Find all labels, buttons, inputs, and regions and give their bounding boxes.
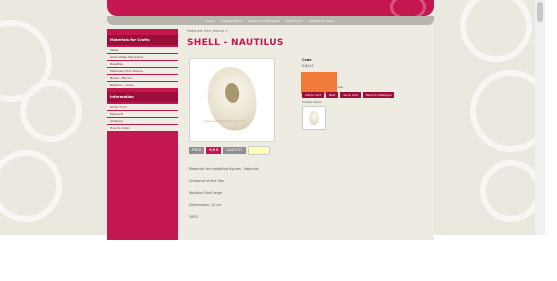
decorative-swirl [20,80,82,142]
decorative-swirl [460,0,532,62]
sidebar-item-order-form[interactable]: Order Form [107,104,178,110]
site-header [107,0,434,20]
vertical-scrollbar[interactable] [535,0,545,235]
sidebar-materials-header: Materials for Crafts [107,35,178,45]
top-navigation: Home Private Sector Special Consolidated… [107,16,434,25]
price-value: 9.9 € [206,147,222,154]
description-line: Nautilus Shell large [189,191,222,195]
scrollbar-thumb[interactable] [537,2,543,22]
sidebar-info-header: Information [107,92,178,102]
description-line: 2003 [189,215,198,219]
back-to-catalogue-button[interactable]: Back to Catalogue [362,92,395,98]
nav-link-private[interactable]: Private Sector [221,19,242,23]
similar-item-thumbnail[interactable] [302,106,326,130]
decorative-swirl [470,70,535,152]
sidebar-item-ribbons[interactable]: Ribbons - Laces [107,82,178,88]
nautilus-shell-image [203,63,261,135]
image-watermark: www.shellinternational.com [204,119,246,123]
sidebar-item-rosettes[interactable]: Rosettes [107,61,178,67]
next-button[interactable]: Next [325,92,339,98]
nav-link-identity[interactable]: Identity Numbers [309,19,335,23]
product-image[interactable]: www.shellinternational.com [189,58,275,142]
category-label: alis [338,85,344,89]
quantity-label: QUANTITY [223,147,246,154]
nav-link-special[interactable]: Special Consolidated [248,19,279,23]
sidebar-item-nature[interactable]: Materials from Nature [107,68,178,74]
decorative-swirl [480,160,535,222]
code-label: Code [302,58,312,62]
sidebar-item-shipping[interactable]: Shipping [107,118,178,124]
quantity-input[interactable] [247,146,270,155]
decorative-swirl [0,150,62,222]
breadcrumb[interactable]: Materials from Nature > [187,29,228,33]
price-bar: PRICE 9.9 € QUANTITY [189,146,270,155]
redaction-box [301,72,337,94]
similar-items-label: Similar Items [302,100,322,104]
sidebar-item-boxes[interactable]: Boxes - Mirrors [107,75,178,81]
price-label: PRICE [189,147,205,154]
nav-link-order-form[interactable]: Order Form [286,19,303,23]
sidebar: Materials for Crafts Metal Glass Paste M… [107,29,178,240]
action-buttons: Add to Cart Next Go to Cart Back to Cata… [302,92,395,98]
go-to-cart-button[interactable]: Go to Cart [340,92,361,98]
code-value: K-NA23 [302,64,314,68]
sidebar-item-metal[interactable]: Metal [107,47,178,53]
sidebar-item-payment[interactable]: Payment [107,111,178,117]
add-to-cart-button[interactable]: Add to Cart [302,92,324,98]
sidebar-item-how-to-order[interactable]: How to Order [107,125,178,131]
description-line: Dimensions: 12 cm [189,203,222,207]
nav-link-home[interactable]: Home [206,19,215,23]
description-line: Creatures of the Sea [189,179,224,183]
site-container: Home Private Sector Special Consolidated… [107,0,434,240]
description-line: Materials for modelling figures - Natura… [189,167,259,171]
sidebar-item-glass[interactable]: Glass Paste Marquetry [107,54,178,60]
product-title: SHELL - NAUTILUS [187,38,284,48]
product-description: Materials for modelling figures - Natura… [189,167,258,227]
shell-thumbnail-image [309,111,319,125]
